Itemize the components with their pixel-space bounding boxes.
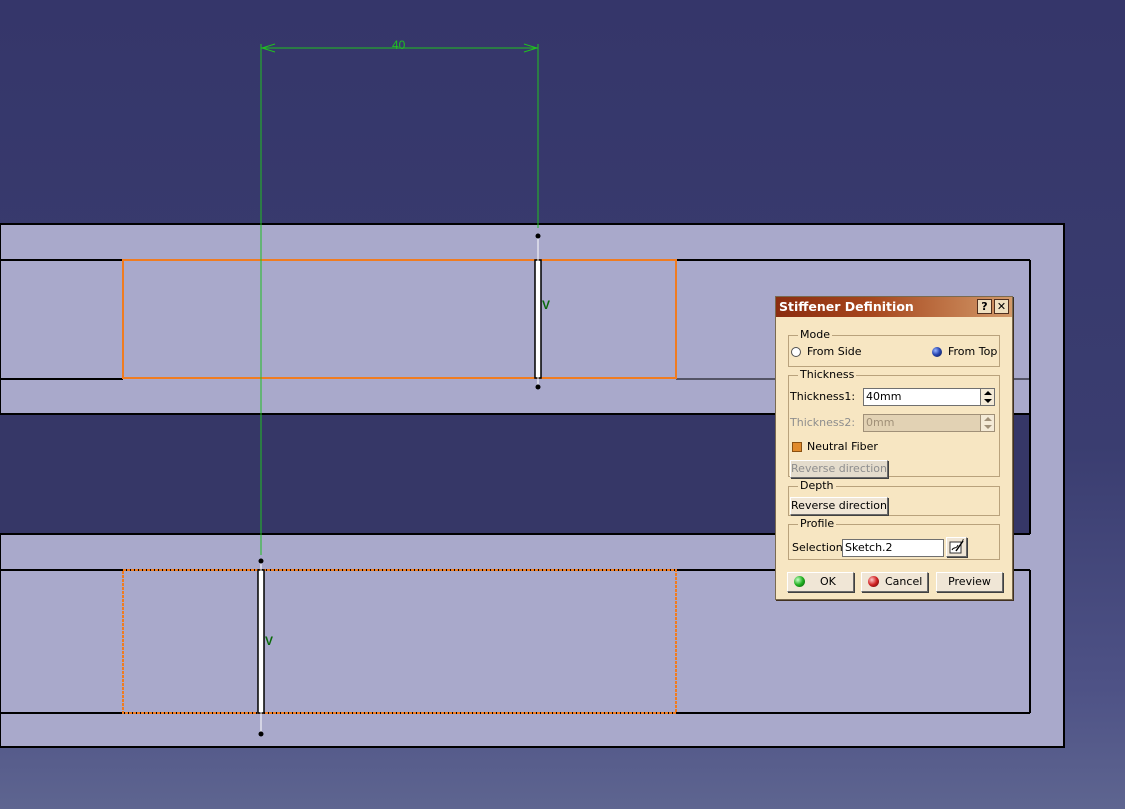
from-side-label[interactable]: From Side (807, 345, 862, 359)
profile-selection-input[interactable]: Sketch.2 (842, 539, 944, 557)
cancel-icon (868, 576, 879, 587)
depth-reverse-direction-button[interactable]: Reverse direction (790, 497, 888, 515)
profile-group: Profile Selection: Sketch.2 (788, 517, 1000, 560)
profile-group-label: Profile (798, 517, 837, 531)
thickness2-spinner (980, 414, 995, 432)
stiffener-direction-marker: V (265, 634, 273, 648)
thickness1-spinner[interactable] (980, 388, 995, 406)
dialog-title: Stiffener Definition (779, 299, 914, 314)
thickness2-label: Thickness2: (790, 416, 856, 429)
ok-button[interactable]: OK (787, 572, 854, 592)
thickness-group: Thickness Thickness1: 40mm Thickness2: 0… (788, 368, 1000, 478)
mode-group-label: Mode (798, 328, 832, 342)
thickness-group-label: Thickness (798, 368, 857, 382)
depth-group: Depth Reverse direction (788, 479, 1000, 516)
selection-label: Selection: (792, 541, 847, 554)
help-button[interactable]: ? (977, 299, 992, 314)
depth-group-label: Depth (798, 479, 836, 493)
stiffener-definition-dialog: Stiffener Definition ? ✕ Mode From Side … (775, 296, 1013, 600)
neutral-fiber-label[interactable]: Neutral Fiber (807, 440, 878, 454)
spin-down-icon (984, 425, 992, 429)
close-button[interactable]: ✕ (994, 299, 1009, 314)
upper-sketch-endpoint[interactable] (535, 233, 541, 239)
from-top-label[interactable]: From Top (948, 345, 997, 359)
upper-sketch-endpoint[interactable] (535, 384, 541, 390)
ok-icon (794, 576, 805, 587)
cancel-button-label: Cancel (885, 575, 923, 588)
lower-sketch-endpoint[interactable] (258, 731, 264, 737)
preview-button[interactable]: Preview (936, 572, 1003, 592)
cancel-button[interactable]: Cancel (861, 572, 928, 592)
dimension-value[interactable]: 40 (392, 38, 406, 52)
from-top-radio[interactable] (932, 347, 942, 357)
thickness1-label: Thickness1: (790, 390, 856, 403)
thickness2-input: 0mm (863, 414, 981, 432)
spin-down-icon[interactable] (984, 399, 992, 403)
mode-group: Mode From Side From Top (788, 328, 1000, 367)
sketcher-icon[interactable] (946, 537, 967, 557)
neutral-fiber-checkbox[interactable] (792, 442, 802, 452)
lower-sketch-endpoint[interactable] (258, 558, 264, 564)
stiffener-direction-marker: V (542, 298, 550, 312)
from-side-radio[interactable] (791, 347, 801, 357)
ok-button-label: OK (820, 575, 836, 588)
spin-up-icon (984, 417, 992, 421)
thickness-reverse-direction-button: Reverse direction (790, 460, 888, 478)
spin-up-icon[interactable] (984, 391, 992, 395)
thickness1-input[interactable]: 40mm (863, 388, 981, 406)
